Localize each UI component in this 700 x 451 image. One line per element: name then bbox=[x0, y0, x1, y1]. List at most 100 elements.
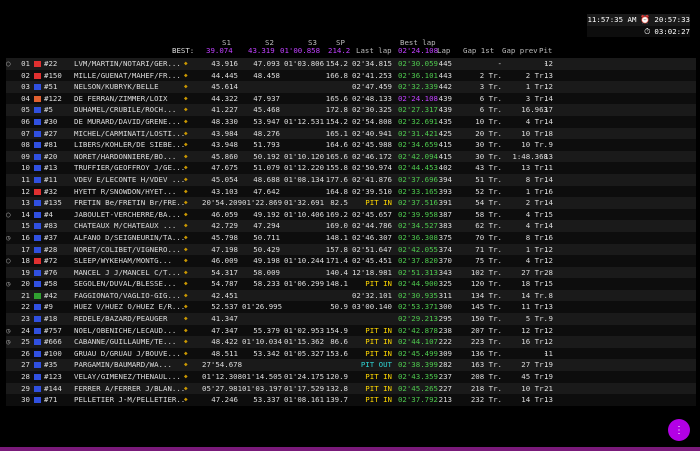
cell-pos: 05 bbox=[21, 105, 30, 115]
table-row[interactable]: ◆ 13 #135 FRETIN Be/FRETIN Br/FRE... 20'54.2… bbox=[6, 197, 696, 209]
cell-pit: 12 bbox=[544, 256, 553, 266]
cell-pit: 19 bbox=[544, 360, 553, 370]
flag-icon bbox=[34, 223, 41, 230]
cell-drv: CHATEAUX M/CHATEAUX ... bbox=[74, 221, 177, 231]
cell-sp: 148.1 bbox=[325, 232, 348, 242]
cell-lap: 439 bbox=[438, 93, 452, 103]
timing-table: S1 S2 S3 SP Best lap BEST: 39.074 43.319… bbox=[6, 38, 696, 406]
cell-s3: 01'02.953 bbox=[284, 325, 325, 335]
cell-s2: 01'26.995 bbox=[242, 302, 283, 312]
cell-pos: 03 bbox=[21, 82, 30, 92]
table-row[interactable]: ◆ 22 #9 HUEZ V/HUEZ O/HUEZ E/R... 52.537 01'2… bbox=[6, 301, 696, 314]
cell-pos: 18 bbox=[21, 256, 30, 266]
cell-s2: 51.793 bbox=[253, 140, 280, 150]
cell-num: #757 bbox=[44, 325, 62, 335]
table-row[interactable]: ◆ 27 #35 PARGAMIN/BAUMARD/WA... 27'54.678 PIT… bbox=[6, 359, 696, 372]
cell-s1: 44.322 bbox=[211, 93, 238, 103]
table-row[interactable]: ◷ ◆ 20 #58 SEGOLEN/DUVAL/BLESSE... 54.787 58.2… bbox=[6, 278, 696, 290]
cell-s3: 01'10.406 bbox=[284, 209, 325, 219]
cell-ll: 02'34.815 bbox=[351, 59, 392, 68]
table-row[interactable]: ◯ ◆ 14 #4 JABOULET-VERCHERRE/BA... 46.059 49.1… bbox=[6, 208, 696, 221]
cell-g1: 52 Tr. bbox=[475, 186, 502, 196]
flag-icon bbox=[34, 316, 41, 323]
table-row[interactable]: ◆ 08 #81 LIBERS/KOHLER/DE SIEBE... 43.948 51.… bbox=[6, 139, 696, 151]
cell-sp: 86.6 bbox=[330, 337, 348, 347]
cell-num: #28 bbox=[44, 244, 58, 254]
cell-bl: 02'51.313 bbox=[397, 267, 438, 277]
flag-icon bbox=[34, 350, 41, 357]
flag-icon bbox=[34, 61, 41, 67]
cell-pit: 12 bbox=[544, 325, 553, 335]
table-row[interactable]: ◆ 19 #76 MANCEL J J/MANCEL C/T... 54.317 58.0… bbox=[6, 266, 696, 279]
table-row[interactable]: ◷ ◆ 16 #37 ALFANO D/SEIGNEURIN/TA... 45.798 50… bbox=[6, 231, 696, 244]
flag-icon bbox=[34, 339, 41, 346]
cell-s3: 01'10.120 bbox=[284, 151, 325, 161]
cell-g1: 20 Tr. bbox=[475, 128, 502, 138]
flag-icon bbox=[34, 246, 41, 253]
cell-bl: 02'44.453 bbox=[397, 163, 438, 173]
table-row[interactable]: ◷ ◆ 25 #666 CABANNE/GUILLAUME/TE... 48.422 01'… bbox=[6, 336, 696, 348]
table-row[interactable]: ◯ ◆ 18 #72 SLEEP/WYKEHAM/MONTG... 46.009 49.19… bbox=[6, 255, 696, 267]
pit-header: Pit bbox=[539, 46, 553, 55]
cell-g1: 30 Tr. bbox=[475, 151, 502, 161]
more-options-button[interactable]: ⋮ bbox=[668, 419, 690, 441]
cell-s2: 47.093 bbox=[253, 59, 280, 68]
cell-num: #81 bbox=[44, 140, 58, 150]
cell-ll: 02'46.307 bbox=[351, 232, 392, 242]
cell-s2: 48.688 bbox=[253, 174, 280, 184]
table-row[interactable]: ◆ 15 #83 CHATEAUX M/CHATEAUX ... 42.729 47.29… bbox=[6, 220, 696, 232]
cell-s3: 01'06.299 bbox=[284, 279, 325, 289]
cell-s1: 52.537 bbox=[211, 302, 238, 312]
cell-s1: 41.227 bbox=[211, 105, 238, 115]
cell-drv: NORET/COLIBET/VIGNERO... bbox=[74, 244, 181, 254]
table-row[interactable]: ◆ 09 #20 NORET/HARDONNIERE/BO... 45.860 50.19… bbox=[6, 150, 696, 163]
cell-bl: 02'38.399 bbox=[397, 360, 438, 370]
table-row[interactable]: ◆ 11 #11 VDEV E/LECONTE H/VDEV ... 45.054 48.… bbox=[6, 173, 696, 186]
cell-drv: GRUAU D/GRUAU J/BOUVE... bbox=[74, 348, 181, 358]
table-row[interactable]: ◆ 05 #5 DUHAMEL/CRUBILE/ROCH... 41.227 45.468… bbox=[6, 104, 696, 116]
table-row[interactable]: ◆ 29 #144 FERRER A/FERRER J/BLAN... 05'27.98… bbox=[6, 382, 696, 395]
cell-pit: 8 bbox=[548, 290, 553, 300]
cell-s3: 01'24.175 bbox=[284, 372, 325, 382]
cell-drv: REDELE/BAZARD/PEAUGER bbox=[74, 314, 168, 324]
cell-g1: 71 Tr. bbox=[475, 244, 502, 254]
cell-num: #83 bbox=[44, 221, 58, 231]
cell-pos: 10 bbox=[21, 163, 30, 173]
table-row[interactable]: ◆ 26 #100 GRUAU D/GRUAU J/BOUVE... 48.511 53.… bbox=[6, 347, 696, 360]
cell-sp: 120.9 bbox=[325, 372, 348, 382]
table-row[interactable]: ◆ 06 #30 DE MURARD/DAVID/GRENE... 48.330 53.9… bbox=[6, 115, 696, 128]
table-row[interactable]: ◆ 21 #42 FAGGIONATO/VAGLIO-GIG... 42.451 02'3… bbox=[6, 289, 696, 302]
table-row[interactable]: ◆ 12 #32 HYETT R/SNOWDON/HYET... 43.103 47.64… bbox=[6, 185, 696, 198]
cell-ll: 02'41.876 bbox=[351, 174, 392, 184]
table-row[interactable]: ◆ 17 #28 NORET/COLIBET/VIGNERO... 47.198 50.4… bbox=[6, 243, 696, 256]
cell-sp: 50.9 bbox=[330, 302, 348, 312]
table-row[interactable]: ◯ ◆ 01 #22 LVM/MARTIN/NOTARI/GER... 43.916 47.… bbox=[6, 58, 696, 70]
cell-pit: 9 bbox=[548, 140, 553, 150]
manufacturer-logo-icon: ◆ bbox=[184, 349, 188, 357]
table-row[interactable]: ◷ ◆ 24 #757 NOEL/OBENICHE/LECAUD... 47.347 55.… bbox=[6, 324, 696, 337]
top-bar: 11:57:35 AM ⏰ 20:57:33 ⏱ 03:02:27 bbox=[0, 0, 700, 38]
cell-ll: PIT IN bbox=[365, 372, 392, 382]
cell-drv: DE FERRAN/ZIMMER/LOIX bbox=[74, 93, 168, 103]
table-row[interactable]: ◆ 04 #122 DE FERRAN/ZIMMER/LOIX 44.322 47.937… bbox=[6, 92, 696, 105]
table-row[interactable]: ◆ 10 #13 TRUFFIER/GEOFFROY J/GE... 47.675 51.… bbox=[6, 162, 696, 174]
cell-lap: 443 bbox=[438, 70, 452, 80]
cell-g1: 30 Tr. bbox=[475, 140, 502, 150]
cell-ll: 02'47.459 bbox=[351, 82, 392, 92]
cell-g1: 207 Tr. bbox=[470, 325, 502, 335]
table-row[interactable]: ◆ 03 #51 NELSON/KUBRYK/BELLE 45.614 02'47.459… bbox=[6, 81, 696, 93]
cell-s1: 47.246 bbox=[211, 395, 238, 405]
table-row[interactable]: ◆ 02 #150 MILLE/GUENAT/MAHEF/FR... 44.445 48.… bbox=[6, 69, 696, 82]
cell-lap: 402 bbox=[438, 163, 452, 173]
manufacturer-logo-icon: ◆ bbox=[184, 60, 188, 67]
cell-pit: 12 bbox=[544, 82, 553, 92]
table-row[interactable]: ◆ 28 #123 VELAY/GIMENEZ/THENAUL... 01'12.308… bbox=[6, 371, 696, 383]
table-row[interactable]: ◆ 07 #27 MICHEL/CARMINATI/LOSTI... 43.984 48.… bbox=[6, 127, 696, 140]
table-row[interactable]: ◆ 30 #71 PELLETIER J-M/PELLETIER... 47.246 53… bbox=[6, 394, 696, 406]
cell-num: #100 bbox=[44, 348, 62, 358]
table-row[interactable]: ◆ 23 #18 REDELE/BAZARD/PEAUGER 41.347 02'29.2… bbox=[6, 313, 696, 325]
cell-g1: 70 Tr. bbox=[475, 232, 502, 242]
manufacturer-logo-icon: ◆ bbox=[184, 71, 188, 79]
cell-pos: 25 bbox=[21, 337, 30, 347]
cell-bl: 02'31.421 bbox=[397, 128, 438, 138]
